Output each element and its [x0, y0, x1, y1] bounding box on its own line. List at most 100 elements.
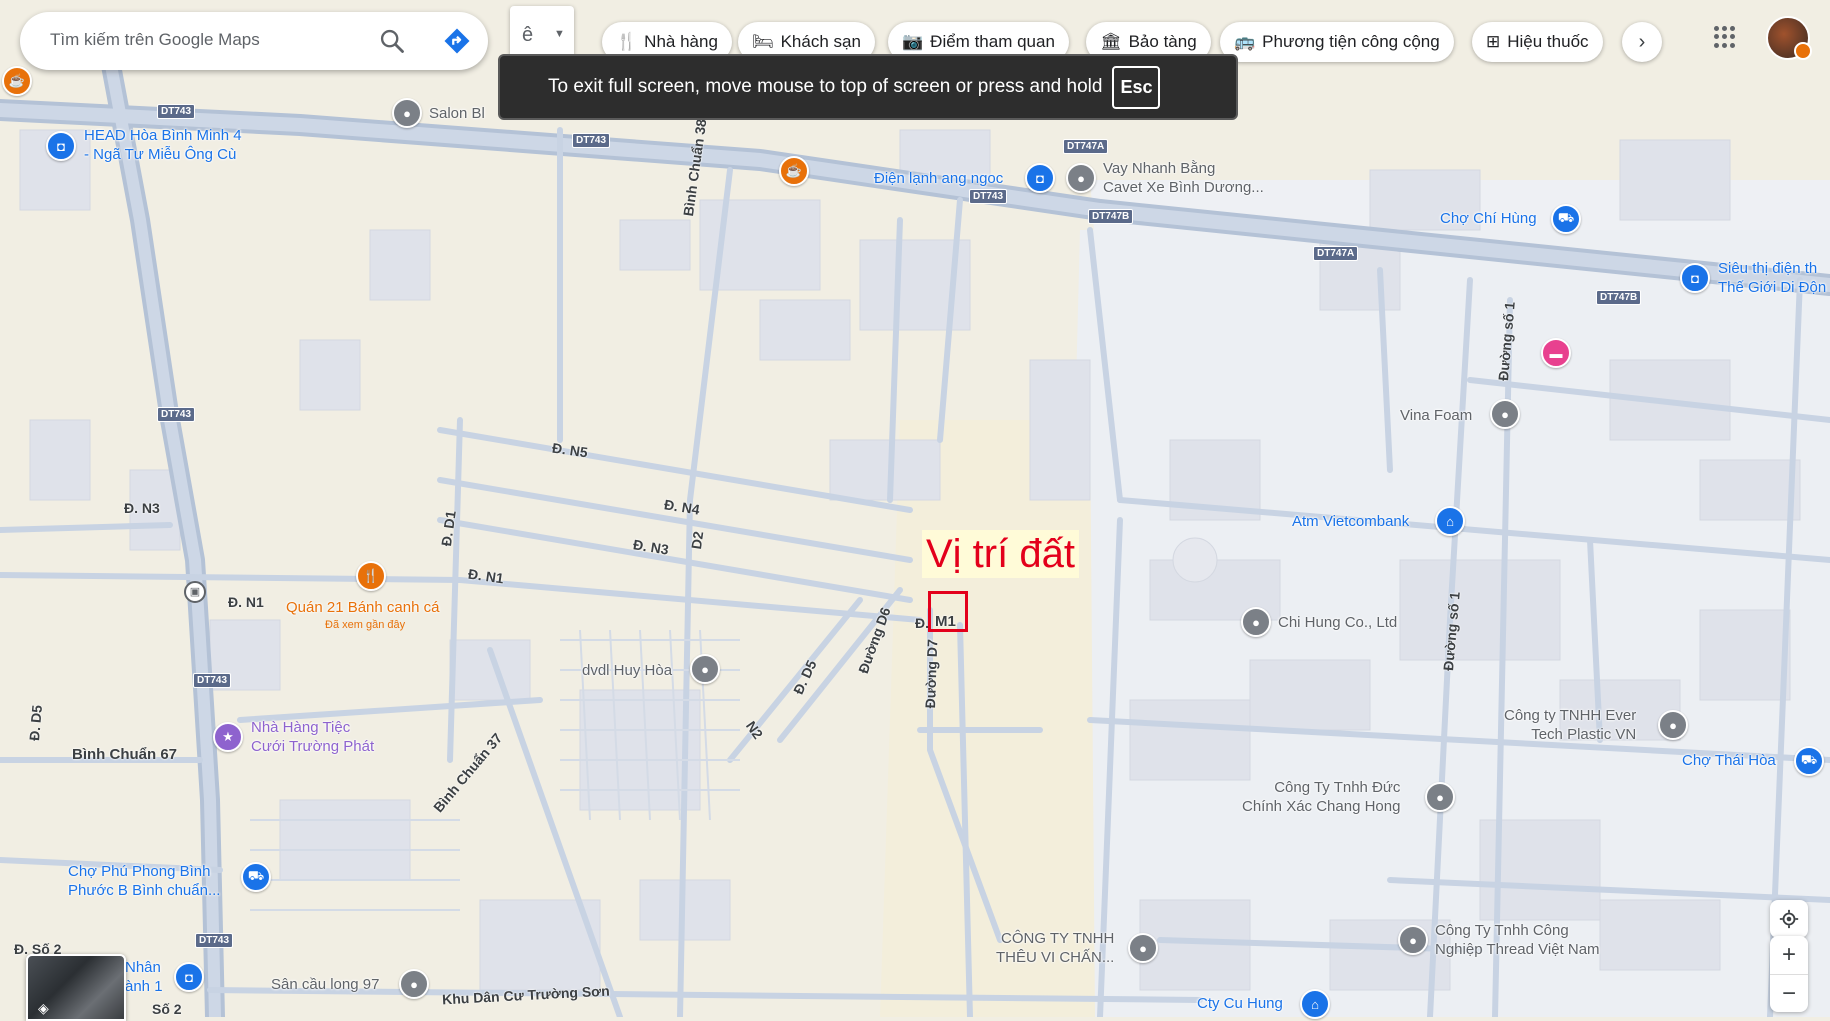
road-shield: DT747B: [1088, 209, 1134, 224]
shopping-bag-icon: ◘: [46, 131, 76, 161]
bed-icon: ▬: [1541, 338, 1571, 368]
camera-icon: 📷: [902, 32, 924, 51]
poi-label: CÔNG TY TNHH THÊU VI CHẤN...: [996, 930, 1115, 966]
restaurant-icon: 🍴: [356, 561, 386, 591]
poi-label: Cty Cu Hung: [1197, 995, 1283, 1012]
chip-pharmacies[interactable]: ⊞ Hiệu thuốc: [1472, 22, 1603, 62]
poi-label: Quán 21 Bánh canh cá: [286, 599, 440, 616]
poi-label: Công Ty Tnhh Đức Chính Xác Chang Hong: [1242, 779, 1401, 815]
poi-label: Atm Vietcombank: [1292, 513, 1410, 530]
road-name: Số 2: [152, 1001, 182, 1017]
poi-label: dvdl Huy Hòa: [582, 662, 673, 679]
circle-pin-icon: ●: [392, 98, 422, 128]
chevron-right-icon: ›: [1638, 30, 1646, 53]
bus-icon: 🚌: [1234, 32, 1256, 51]
bus-stop-icon[interactable]: ▣: [184, 581, 206, 603]
directions-icon[interactable]: [442, 26, 472, 56]
poi-label: Công Ty Tnhh Công Nghiệp Thread Việt Nam: [1435, 922, 1600, 958]
poi-label: HEAD Hòa Bình Minh 4 - Ngã Tư Miễu Ông C…: [84, 127, 242, 163]
zoom-in-button[interactable]: +: [1770, 936, 1808, 975]
poi-label: Siêu thị điện th Thế Giới Di Độn: [1718, 260, 1827, 296]
road-name: Đ. N1: [228, 594, 264, 610]
circle-pin-icon: ●: [399, 969, 429, 999]
poi-label: Nhà Hàng Tiệc Cưới Trường Phát: [251, 719, 375, 755]
chips-next-button[interactable]: ›: [1622, 22, 1662, 62]
marker-road-label: M1: [935, 613, 956, 630]
search-box: [20, 12, 488, 70]
shopping-bag-icon: ◘: [174, 962, 204, 992]
layers-icon: ◈: [38, 1000, 49, 1016]
road-name: Đ. N3: [124, 500, 160, 516]
fullscreen-exit-notice: To exit full screen, move mouse to top o…: [498, 54, 1238, 120]
road-shield: DT747A: [1063, 139, 1109, 154]
esc-key-hint: Esc: [1112, 65, 1161, 109]
star-icon: ★: [213, 722, 243, 752]
circle-pin-icon: ●: [1241, 607, 1271, 637]
road-shield: DT747A: [1313, 246, 1359, 261]
bed-icon: 🛏: [752, 32, 774, 51]
satellite-layer-toggle[interactable]: ◈: [26, 954, 126, 1021]
road-shield: DT743: [193, 673, 232, 688]
chevron-down-icon[interactable]: ▼: [554, 28, 565, 40]
poi-note: Đã xem gần đây: [325, 619, 406, 631]
road-shield: DT743: [157, 407, 196, 422]
poi-label: Sân cầu long 97: [271, 976, 380, 993]
circle-pin-icon: ●: [690, 654, 720, 684]
circle-pin-icon: ●: [1398, 925, 1428, 955]
road-name: Bình Chuẩn 67: [72, 746, 178, 763]
search-icon[interactable]: [378, 27, 406, 55]
road-name: Đường D7: [922, 638, 941, 709]
poi-label: Chợ Thái Hòa: [1682, 752, 1776, 769]
bank-icon: ⌂: [1435, 506, 1465, 536]
notice-text: To exit full screen, move mouse to top o…: [548, 76, 1103, 97]
chip-label: Điểm tham quan: [930, 32, 1055, 51]
search-input[interactable]: [48, 29, 382, 51]
circle-pin-icon: ●: [1128, 933, 1158, 963]
crosshair-icon: [1779, 909, 1799, 929]
zoom-out-button[interactable]: −: [1770, 975, 1808, 1012]
chip-transit[interactable]: 🚌 Phương tiện công cộng: [1220, 22, 1454, 62]
circle-pin-icon: ●: [1066, 163, 1096, 193]
shopping-bag-icon: ◘: [1680, 263, 1710, 293]
poi-label: Chợ Phú Phong Bình Phước B Bình chuẩn...: [68, 863, 221, 899]
poi-label: Chợ Chí Hùng: [1440, 210, 1537, 227]
museum-icon: 🏛: [1100, 32, 1122, 51]
poi-label: Công ty TNHH Ever Tech Plastic VN: [1504, 707, 1637, 743]
chip-label: Bảo tàng: [1128, 32, 1197, 51]
cart-icon: ⛟: [1551, 204, 1581, 234]
poi-label: Chi Hung Co., Ltd: [1278, 614, 1398, 631]
circle-pin-icon: ●: [1425, 782, 1455, 812]
poi-label: Vay Nhanh Bằng Cavet Xe Bình Dương...: [1103, 160, 1264, 196]
road-name: D2: [688, 530, 707, 551]
poi-label: Điện lạnh ang ngoc: [874, 170, 1004, 187]
road-shield: DT743: [157, 104, 196, 119]
circle-pin-icon: ●: [1658, 710, 1688, 740]
zoom-controls: + −: [1770, 936, 1808, 1012]
road-shield: DT743: [969, 189, 1008, 204]
road-shield: DT743: [572, 133, 611, 148]
layer-label: ê: [522, 24, 534, 46]
land-location-label: Vị trí đất: [922, 530, 1079, 578]
chip-label: Phương tiện công cộng: [1262, 32, 1440, 51]
apps-grid-icon[interactable]: [1714, 26, 1736, 48]
shopping-bag-icon: ◘: [1025, 163, 1055, 193]
poi-label: Vina Foam: [1400, 407, 1473, 424]
coffee-icon: ☕: [779, 156, 809, 186]
bank-icon: ⌂: [1300, 989, 1330, 1019]
poi-label: Nhân ành 1: [125, 959, 163, 995]
circle-pin-icon: ●: [1490, 399, 1520, 429]
chip-label: Khách sạn: [780, 32, 861, 51]
coffee-icon: ☕: [2, 66, 32, 96]
avatar[interactable]: [1766, 16, 1812, 60]
road-shield: DT743: [195, 933, 234, 948]
poi-label: Salon Bl: [429, 105, 485, 122]
alert-badge-icon: [1794, 42, 1812, 60]
map-canvas[interactable]: [0, 0, 1830, 1017]
cart-icon: ⛟: [241, 862, 271, 892]
chip-label: Nhà hàng: [644, 32, 718, 51]
road-shield: DT747B: [1596, 290, 1642, 305]
chip-label: Hiệu thuốc: [1507, 32, 1589, 51]
my-location-button[interactable]: [1770, 900, 1808, 938]
road-name: Đ. D5: [26, 704, 46, 742]
fork-knife-icon: 🍴: [616, 32, 638, 51]
